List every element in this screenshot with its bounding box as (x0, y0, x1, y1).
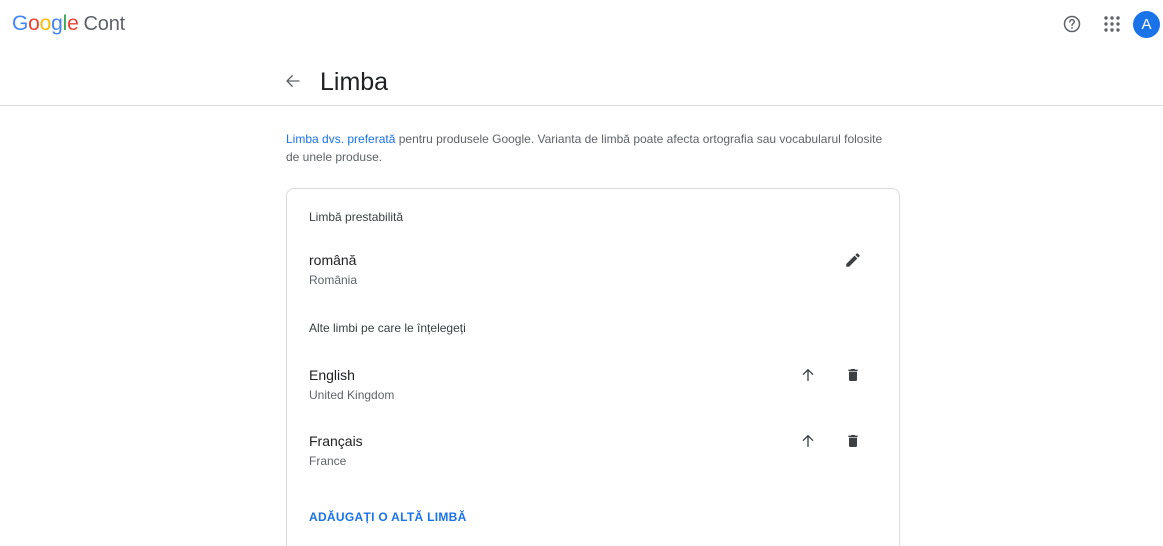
logo-letter-o2: o (39, 12, 52, 35)
delete-language-button[interactable] (841, 363, 865, 387)
language-region: România (309, 273, 358, 287)
other-languages-heading: Alte limbi pe care le înțelegeți (309, 321, 466, 335)
language-name: Français (309, 433, 363, 449)
logo-letter-o1: o (28, 12, 40, 35)
apps-grid-icon (1104, 16, 1120, 32)
google-account-logo[interactable]: Google Cont (12, 12, 125, 36)
account-avatar[interactable]: A (1133, 11, 1160, 38)
help-button[interactable] (1058, 10, 1086, 38)
language-region: France (309, 454, 347, 468)
move-up-button[interactable] (796, 429, 820, 453)
preferred-language-link[interactable]: Limba dvs. preferată (286, 132, 395, 146)
logo-product-name: Cont (83, 13, 126, 35)
delete-language-button[interactable] (841, 429, 865, 453)
page-header: Limba (0, 52, 1163, 106)
trash-icon (848, 435, 858, 447)
trash-icon (848, 369, 858, 381)
language-row-english: English United Kingdom (309, 367, 879, 407)
language-name: English (309, 367, 355, 383)
logo-letter-g: G (12, 12, 29, 35)
pencil-icon (846, 253, 860, 267)
page-title: Limba (320, 68, 389, 96)
intro-text: Limba dvs. preferată pentru produsele Go… (286, 130, 886, 166)
help-circle-icon (1063, 15, 1081, 33)
back-button[interactable] (280, 68, 306, 94)
arrow-up-icon (802, 369, 814, 381)
edit-language-button[interactable] (841, 248, 865, 272)
add-language-button[interactable]: ADĂUGAȚI O ALTĂ LIMBĂ (309, 510, 467, 524)
apps-button[interactable] (1098, 10, 1126, 38)
language-region: United Kingdom (309, 388, 395, 402)
move-up-button[interactable] (796, 363, 820, 387)
language-name: română (309, 252, 357, 268)
logo-letter-g2: g (51, 12, 63, 35)
top-bar: Google Cont A (0, 0, 1163, 52)
logo-letter-e: e (67, 12, 79, 35)
arrow-up-icon (802, 435, 814, 447)
language-card: Limbă prestabilită română România Alte l… (286, 188, 900, 546)
language-row-french: Français France (309, 433, 879, 473)
default-language-row: română România (309, 252, 879, 292)
arrow-back-icon (286, 75, 300, 87)
default-language-heading: Limbă prestabilită (309, 210, 404, 224)
